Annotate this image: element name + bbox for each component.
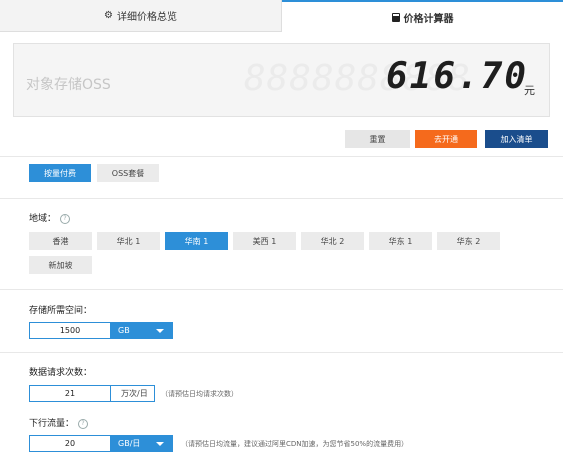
reset-button[interactable]: 重置 <box>345 130 410 148</box>
region-option-south-china-1[interactable]: 华南 1 <box>165 232 228 250</box>
region-option-singapore[interactable]: 新加坡 <box>29 256 92 274</box>
downstream-field: 20 GB/日 <box>29 435 173 452</box>
tab-label: 详细价格总览 <box>116 12 177 23</box>
tab-bar: ⚙ 详细价格总览 价格计算器 <box>0 0 563 33</box>
price-display: 对象存储OSS 8888888888 616.70 元 <box>13 43 550 117</box>
tab-price-overview[interactable]: ⚙ 详细价格总览 <box>0 0 282 32</box>
requests-unit: 万次/日 <box>110 386 154 401</box>
storage-unit-select[interactable]: GB <box>110 323 172 338</box>
divider <box>0 352 563 353</box>
region-option-us-west-1[interactable]: 美西 1 <box>233 232 296 250</box>
currency-unit: 元 <box>524 84 535 97</box>
calculator-icon <box>391 12 400 22</box>
downstream-unit-select[interactable]: GB/日 <box>110 436 172 451</box>
storage-label: 存储所需空间： <box>29 306 93 316</box>
downstream-input[interactable]: 20 <box>30 436 110 451</box>
billing-option-pay-as-you-go[interactable]: 按量付费 <box>29 164 91 182</box>
requests-hint: （请预估日均请求次数） <box>161 390 238 398</box>
requests-field: 21 万次/日 <box>29 385 155 402</box>
region-option-east-china-2[interactable]: 华东 2 <box>437 232 500 250</box>
add-to-list-button[interactable]: 加入清单 <box>485 130 548 148</box>
storage-input[interactable]: 1500 <box>30 323 110 338</box>
region-option-east-china-1[interactable]: 华东 1 <box>369 232 432 250</box>
downstream-label: 下行流量： <box>29 419 75 429</box>
divider <box>0 156 563 157</box>
region-label-row: 地域：? <box>29 211 71 224</box>
divider <box>0 289 563 290</box>
help-icon[interactable]: ? <box>78 418 89 429</box>
region-option-north-china-1[interactable]: 华北 1 <box>97 232 160 250</box>
tab-label: 价格计算器 <box>403 13 454 25</box>
region-option-north-china-2[interactable]: 华北 2 <box>301 232 364 250</box>
tab-price-calculator[interactable]: 价格计算器 <box>282 0 563 32</box>
storage-field: 1500 GB <box>29 322 173 339</box>
chevron-down-icon <box>156 442 164 446</box>
open-service-button[interactable]: 去开通 <box>415 130 477 148</box>
help-icon[interactable]: ? <box>60 213 71 224</box>
region-label: 地域： <box>29 214 57 224</box>
region-option-hongkong[interactable]: 香港 <box>29 232 92 250</box>
divider <box>0 198 563 199</box>
downstream-hint: （请预估日均流量，建议通过阿里CDN加速，为您节省50%的流量费用） <box>181 440 409 448</box>
storage-unit-label: GB <box>118 326 130 335</box>
requests-input[interactable]: 21 <box>30 386 110 401</box>
product-name: 对象存储OSS <box>26 77 111 93</box>
chevron-down-icon <box>156 329 164 333</box>
downstream-label-row: 下行流量：? <box>29 416 89 429</box>
gear-icon: ⚙ <box>104 10 113 21</box>
billing-option-oss-package[interactable]: OSS套餐 <box>97 164 159 182</box>
total-price: 616.70 <box>386 56 529 97</box>
requests-label: 数据请求次数： <box>29 368 93 378</box>
downstream-unit-label: GB/日 <box>118 439 141 448</box>
